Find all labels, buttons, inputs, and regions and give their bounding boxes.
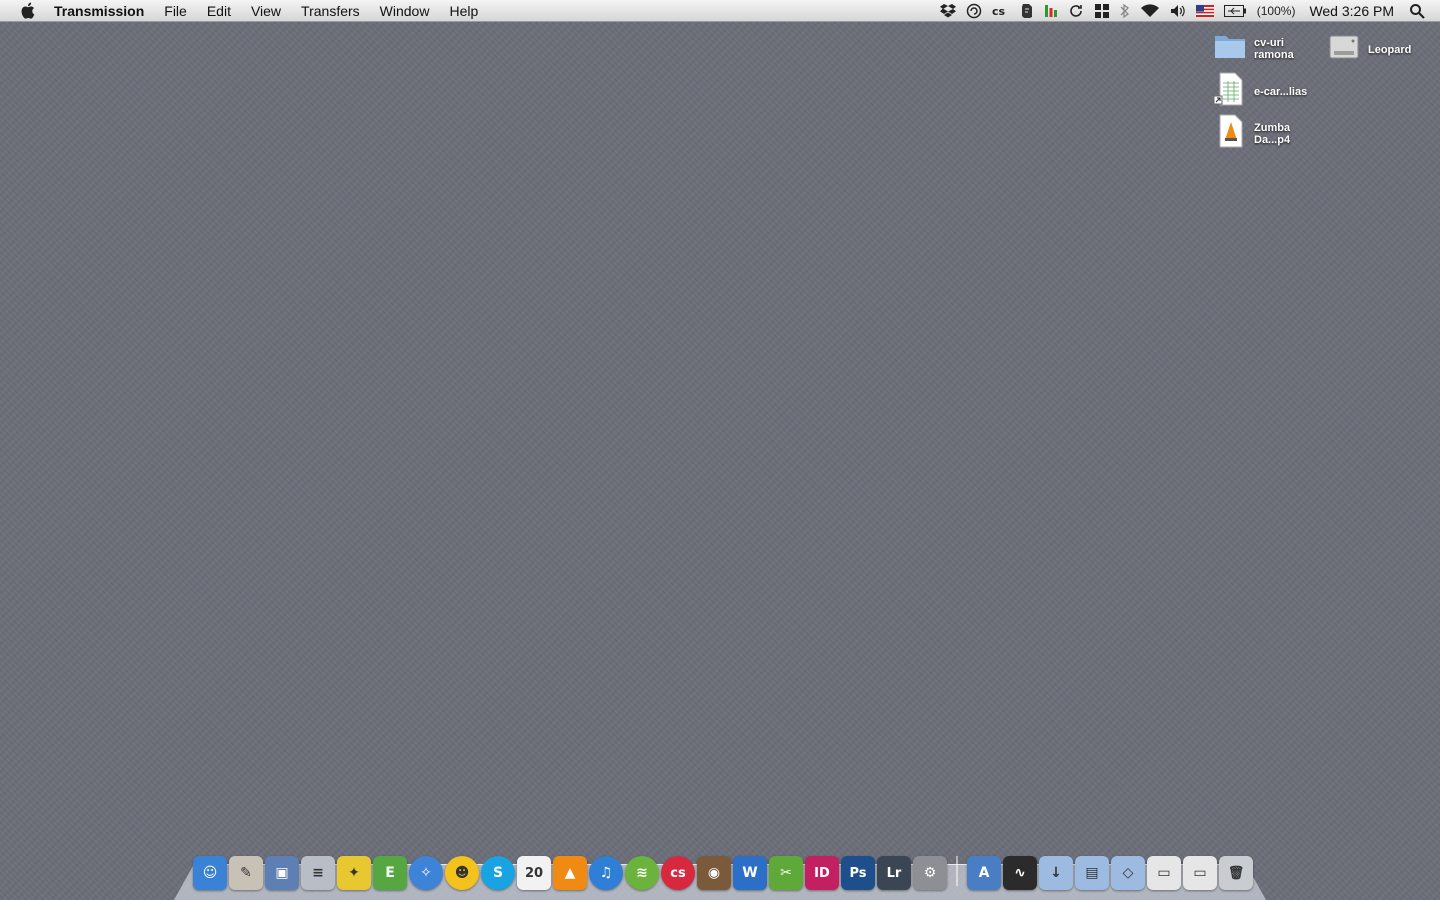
spreadsheet-file-icon	[1213, 72, 1246, 111]
bird-icon[interactable]: ✦	[337, 856, 371, 890]
traffic-cone-icon[interactable]: ▲	[553, 856, 587, 890]
word-icon[interactable]: W	[733, 856, 767, 890]
menu-help[interactable]: Help	[439, 0, 488, 22]
battery-percentage[interactable]: (100%)	[1257, 4, 1296, 18]
desktop-item-leopard[interactable]: Leopard	[1328, 32, 1430, 67]
desktop-item-label: Zumba Da...p4	[1254, 121, 1291, 146]
dropbox-icon[interactable]	[939, 0, 956, 22]
dropbox-folder-icon[interactable]: ◇	[1111, 856, 1145, 890]
hard-drive-icon	[1328, 32, 1360, 67]
smiley-icon[interactable]: ☻	[445, 856, 479, 890]
downloads-folder-icon[interactable]: ↓	[1039, 856, 1073, 890]
app-menu[interactable]: Transmission	[54, 0, 154, 22]
script-icon[interactable]: ✎	[229, 856, 263, 890]
desktop-item-cv-uri-ramona[interactable]: cv-uri ramona	[1214, 32, 1316, 65]
menu-file[interactable]: File	[154, 0, 197, 22]
bluetooth-icon[interactable]	[1120, 0, 1130, 22]
indesign-icon[interactable]: ID	[805, 856, 839, 890]
sync-status-icon[interactable]	[966, 0, 982, 22]
evernote-status-icon[interactable]	[1020, 0, 1034, 22]
documents-folder-icon[interactable]: ▤	[1075, 856, 1109, 890]
menu-transfers[interactable]: Transfers	[291, 0, 370, 22]
elephant-icon[interactable]: E	[373, 856, 407, 890]
menu-view[interactable]: View	[241, 0, 291, 22]
scissors-icon[interactable]: ✂	[769, 856, 803, 890]
finder-icon[interactable]: ☺	[193, 856, 227, 890]
spotify-icon[interactable]: ≋	[625, 856, 659, 890]
skype-icon[interactable]: S	[481, 856, 515, 890]
time-machine-sync-icon[interactable]	[1068, 0, 1084, 22]
dock-separator	[956, 856, 958, 886]
menu-bar: Transmission File Edit View Transfers Wi…	[0, 0, 1440, 22]
calendar-icon[interactable]: 20	[517, 856, 551, 890]
desktop-item-label: cv-uri ramona	[1254, 36, 1294, 61]
document-stack-icon[interactable]: ▭	[1147, 856, 1181, 890]
dock: ☺ ✎ ▣ ≡ ✦ E ✧ ☻ S 20 ▲ ♫ ≋ cs ◉ W ✂ ID Ps Lr ⚙ A ∿ ↓ ▤ ◇ ▭ ▭ 🗑	[192, 852, 1254, 890]
wifi-icon[interactable]	[1140, 0, 1160, 22]
compass-icon[interactable]: ✧	[409, 856, 443, 890]
activity-monitor-icon[interactable]: ∿	[1003, 856, 1037, 890]
apple-menu-icon[interactable]	[18, 2, 36, 20]
desktop-item-label: e-car...lias	[1254, 85, 1308, 98]
newspaper-icon[interactable]: ≡	[301, 856, 335, 890]
menu-edit[interactable]: Edit	[197, 0, 241, 22]
trash-icon[interactable]: 🗑	[1219, 856, 1253, 890]
desktop-item-e-car-lias[interactable]: e-car...lias	[1213, 72, 1316, 111]
preview-icon[interactable]: ▣	[265, 856, 299, 890]
app-grid-icon[interactable]	[1094, 0, 1110, 22]
folder-icon	[1214, 32, 1246, 65]
input-source-flag-icon[interactable]	[1195, 0, 1214, 22]
photoshop-icon[interactable]: Ps	[841, 856, 875, 890]
menu-window[interactable]: Window	[370, 0, 440, 22]
menu-clock[interactable]: Wed 3:26 PM	[1309, 3, 1394, 19]
istat-menu-icon[interactable]	[1044, 0, 1058, 22]
lastfm-status-icon[interactable]: cs	[992, 0, 1010, 22]
desktop-item-zumba-video[interactable]: Zumba Da...p4	[1214, 114, 1316, 153]
lastfm-icon[interactable]: cs	[661, 856, 695, 890]
svg-text:cs: cs	[992, 5, 1006, 17]
gear-icon[interactable]: ⚙	[913, 856, 947, 890]
music-note-icon[interactable]: ♫	[589, 856, 623, 890]
camera-photo-icon[interactable]: ◉	[697, 856, 731, 890]
desktop-item-label: Leopard	[1368, 43, 1412, 56]
spotlight-search-icon[interactable]	[1409, 0, 1425, 22]
battery-icon[interactable]	[1223, 0, 1246, 22]
vlc-video-file-icon	[1214, 114, 1246, 153]
volume-icon[interactable]	[1170, 0, 1186, 22]
applications-stack-icon[interactable]: A	[967, 856, 1001, 890]
document-stack-icon[interactable]: ▭	[1183, 856, 1217, 890]
lightroom-icon[interactable]: Lr	[877, 856, 911, 890]
